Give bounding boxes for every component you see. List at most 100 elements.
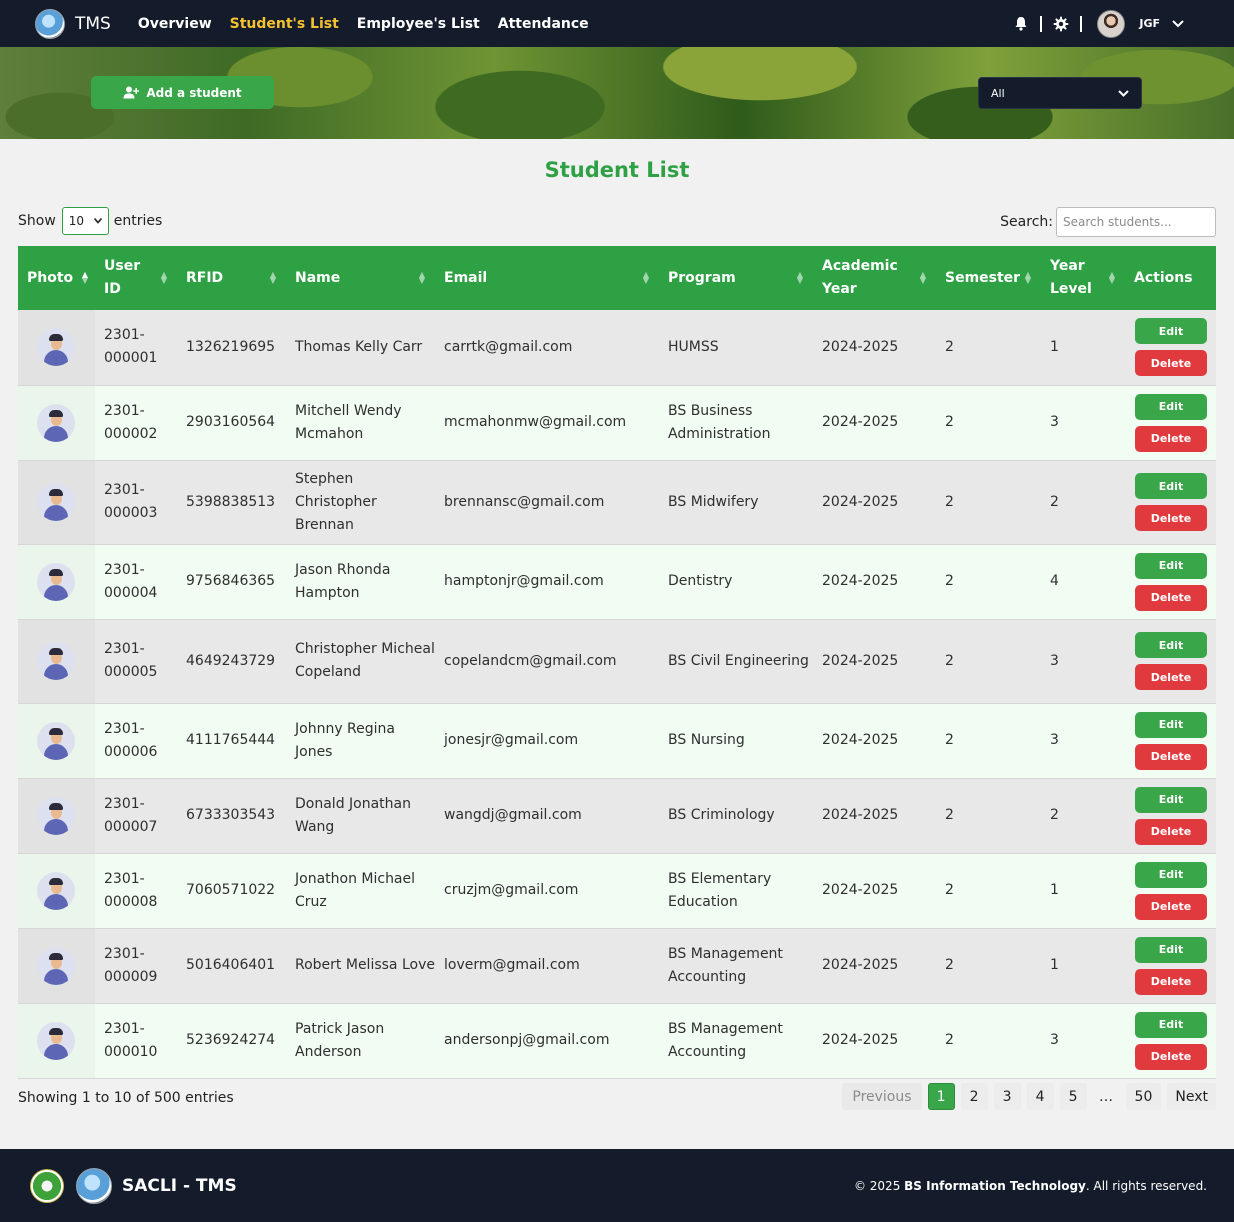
edit-button[interactable]: Edit (1135, 473, 1207, 499)
actions-cell: Edit Delete (1125, 703, 1216, 778)
delete-button[interactable]: Delete (1135, 818, 1207, 845)
program-filter-select[interactable]: All (978, 77, 1142, 109)
site-footer: SACLI - TMS © 2025 BS Information Techno… (0, 1149, 1234, 1222)
search-label: Search: (1000, 214, 1053, 230)
next-page-button[interactable]: Next (1167, 1083, 1216, 1110)
cell-program: HUMSS (668, 338, 719, 355)
table-row: 2301-000010 5236924274 Patrick Jason Ander… (18, 1003, 1216, 1078)
show-entries-control: Show 10 entries (18, 207, 162, 235)
cell-user-id: 2301-000007 (104, 795, 158, 835)
student-avatar (37, 721, 75, 760)
nav-link-students-list[interactable]: Student's List (230, 16, 339, 32)
cell-email: carrtk@gmail.com (444, 338, 573, 355)
edit-button[interactable]: Edit (1135, 632, 1207, 658)
table-row: 2301-000003 5398838513 Stephen Christopher… (18, 460, 1216, 544)
column-header-semester[interactable]: Semester ▲ ▼ (936, 246, 1041, 310)
edit-button[interactable]: Edit (1135, 318, 1207, 345)
column-header-label: Year Level (1050, 258, 1092, 297)
nav-link-attendance[interactable]: Attendance (498, 16, 589, 32)
entries-per-page-select[interactable]: 10 (61, 207, 109, 235)
delete-button[interactable]: Delete (1135, 350, 1207, 377)
actions-cell: Edit Delete (1125, 853, 1216, 928)
gear-icon[interactable] (1053, 16, 1069, 32)
column-header-label: Program (668, 269, 736, 286)
chevron-down-icon (93, 218, 102, 224)
delete-button[interactable]: Delete (1135, 968, 1207, 995)
page-button-3[interactable]: 3 (993, 1083, 1021, 1110)
edit-button[interactable]: Edit (1135, 936, 1207, 963)
cell-user-id: 2301-000008 (104, 870, 158, 910)
column-header-email[interactable]: Email ▲ ▼ (435, 246, 659, 310)
column-header-label: Semester (945, 269, 1021, 286)
page-button-4[interactable]: 4 (1026, 1083, 1054, 1110)
delete-button[interactable]: Delete (1135, 505, 1207, 531)
table-row: 2301-000004 9756846365 Jason Rhonda Hampto… (18, 544, 1216, 619)
column-header-photo[interactable]: Photo ▲ ▼ (18, 246, 95, 310)
table-header-row: Photo ▲ ▼ User ID ▲ ▼ RFID ▲ ▼ Name ▲ ▼ Email ▲ ▼ Progr… (18, 246, 1216, 310)
student-avatar (37, 796, 75, 835)
delete-button[interactable]: Delete (1135, 425, 1207, 452)
page-button-5[interactable]: 5 (1059, 1083, 1087, 1110)
add-student-button[interactable]: Add a student (91, 76, 274, 109)
cell-year-level: 3 (1050, 652, 1059, 669)
edit-button[interactable]: Edit (1135, 552, 1207, 579)
tms-logo (35, 8, 65, 39)
search-input[interactable] (1056, 207, 1216, 237)
photo-cell (18, 619, 95, 703)
delete-button[interactable]: Delete (1135, 743, 1207, 770)
column-header-label: Photo (27, 269, 74, 286)
cell-user-id: 2301-000001 (104, 327, 158, 367)
column-header-year-level[interactable]: Year Level ▲ ▼ (1041, 246, 1125, 310)
footer-copyright: © 2025 BS Information Technology. All ri… (854, 1179, 1207, 1193)
page-button-2[interactable]: 2 (960, 1083, 988, 1110)
top-navbar: TMS Overview Student's List Employee's L… (0, 0, 1234, 47)
cell-rfid: 5398838513 (186, 493, 276, 510)
brand-name: TMS (75, 13, 111, 34)
column-header-academic-year[interactable]: Academic Year ▲ ▼ (813, 246, 936, 310)
row-actions: Edit Delete (1135, 711, 1207, 770)
nav-link-employees-list[interactable]: Employee's List (357, 16, 480, 32)
column-header-label: Academic Year (822, 258, 898, 297)
page-button-1[interactable]: 1 (927, 1083, 955, 1110)
cell-academic-year: 2024-2025 (822, 338, 899, 355)
column-header-program[interactable]: Program ▲ ▼ (659, 246, 813, 310)
cell-name: Patrick Jason Anderson (295, 1020, 385, 1060)
cell-semester: 2 (945, 338, 954, 355)
delete-button[interactable]: Delete (1135, 664, 1207, 690)
edit-button[interactable]: Edit (1135, 1011, 1207, 1038)
column-header-rfid[interactable]: RFID ▲ ▼ (177, 246, 286, 310)
edit-button[interactable]: Edit (1135, 393, 1207, 420)
chevron-down-icon[interactable] (1172, 19, 1184, 28)
user-avatar[interactable] (1097, 9, 1126, 38)
cell-academic-year: 2024-2025 (822, 652, 899, 669)
column-header-user-id[interactable]: User ID ▲ ▼ (95, 246, 177, 310)
cell-year-level: 3 (1050, 732, 1059, 748)
edit-button[interactable]: Edit (1135, 711, 1207, 738)
edit-button[interactable]: Edit (1135, 861, 1207, 888)
cell-email: jonesjr@gmail.com (444, 732, 579, 748)
cell-user-id: 2301-000006 (104, 720, 158, 760)
add-student-label: Add a student (146, 85, 242, 100)
bell-icon[interactable] (1013, 16, 1029, 32)
cell-semester: 2 (945, 882, 954, 898)
brand[interactable]: TMS (35, 8, 111, 39)
previous-page-button[interactable]: Previous (842, 1083, 922, 1110)
edit-button[interactable]: Edit (1135, 786, 1207, 813)
footer-app-name: SACLI - TMS (122, 1175, 237, 1196)
cell-academic-year: 2024-2025 (822, 732, 899, 748)
user-initials[interactable]: JGF (1139, 17, 1160, 30)
cell-year-level: 2 (1050, 807, 1059, 823)
school-logo (30, 1168, 64, 1203)
page-button-last[interactable]: 50 (1125, 1083, 1162, 1110)
cell-year-level: 4 (1050, 573, 1059, 589)
cell-rfid: 6733303543 (186, 807, 276, 823)
cell-year-level: 1 (1050, 882, 1059, 898)
cell-program: BS Nursing (668, 732, 745, 748)
cell-academic-year: 2024-2025 (822, 414, 899, 430)
row-actions: Edit Delete (1135, 552, 1207, 611)
delete-button[interactable]: Delete (1135, 1043, 1207, 1070)
column-header-name[interactable]: Name ▲ ▼ (286, 246, 435, 310)
delete-button[interactable]: Delete (1135, 584, 1207, 611)
delete-button[interactable]: Delete (1135, 893, 1207, 920)
nav-link-overview[interactable]: Overview (138, 16, 212, 32)
